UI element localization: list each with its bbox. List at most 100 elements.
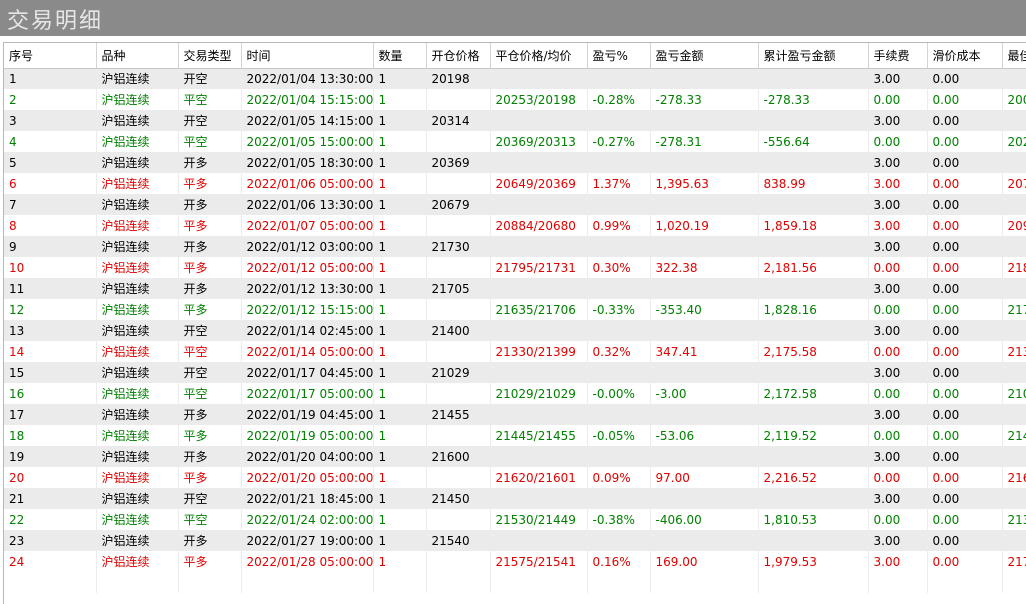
cell-cumulative-pnl xyxy=(758,362,869,383)
col-header-fee[interactable]: 手续费 xyxy=(868,43,928,69)
empty-cell xyxy=(373,572,427,593)
cell-seq: 8 xyxy=(4,215,97,236)
table-row[interactable]: 13 沪铝连续 开空 2022/01/14 02:45:00 1 21400 3.00 0.0… xyxy=(4,320,1026,341)
col-header-slippage[interactable]: 滑价成本 xyxy=(927,43,1003,69)
cell-seq: 24 xyxy=(4,551,97,572)
cell-open-price: 20679 xyxy=(426,194,491,215)
cell-open-price xyxy=(426,425,491,446)
table-row[interactable]: 10 沪铝连续 平多 2022/01/12 05:00:00 1 21795/21731 0… xyxy=(4,257,1026,278)
table-row[interactable]: 7 沪铝连续 开多 2022/01/06 13:30:00 1 20679 3.00 0.00 xyxy=(4,194,1026,215)
table-row[interactable]: 8 沪铝连续 平多 2022/01/07 05:00:00 1 20884/20680 0.… xyxy=(4,215,1026,236)
table-row[interactable]: 18 沪铝连续 平多 2022/01/19 05:00:00 1 21445/21455-… xyxy=(4,425,1026,446)
cell-open-price: 21705 xyxy=(426,278,491,299)
cell-pnl-percent: 0.09% xyxy=(587,467,651,488)
cell-slippage: 0.00 xyxy=(927,194,1003,215)
table-row[interactable]: 12 沪铝连续 平多 2022/01/12 15:15:00 1 21635/21706-… xyxy=(4,299,1026,320)
cell-time: 2022/01/06 05:00:00 xyxy=(241,173,374,194)
cell-best: 218 xyxy=(1002,257,1026,278)
cell-close-price: 20649/20369 xyxy=(490,173,588,194)
cell-quantity: 1 xyxy=(373,173,427,194)
cell-time: 2022/01/17 05:00:00 xyxy=(241,383,374,404)
cell-pnl-amount xyxy=(650,488,759,509)
cell-slippage: 0.00 xyxy=(927,488,1003,509)
cell-fee: 3.00 xyxy=(868,68,928,89)
cell-seq: 10 xyxy=(4,257,97,278)
cell-symbol: 沪铝连续 xyxy=(96,341,179,362)
cell-seq: 1 xyxy=(4,68,97,89)
cell-fee: 0.00 xyxy=(868,383,928,404)
cell-quantity: 1 xyxy=(373,89,427,110)
cell-fee: 0.00 xyxy=(868,509,928,530)
cell-quantity: 1 xyxy=(373,467,427,488)
cell-fee: 3.00 xyxy=(868,362,928,383)
col-header-seq[interactable]: 序号 xyxy=(4,43,97,69)
cell-slippage: 0.00 xyxy=(927,383,1003,404)
cell-quantity: 1 xyxy=(373,194,427,215)
table-row[interactable]: 3 沪铝连续 开空 2022/01/05 14:15:00 1 20314 3.00 0.00 xyxy=(4,110,1026,131)
cell-quantity: 1 xyxy=(373,236,427,257)
cell-symbol: 沪铝连续 xyxy=(96,89,179,110)
cell-best xyxy=(1002,362,1026,383)
table-row[interactable]: 19 沪铝连续 开多 2022/01/20 04:00:00 1 21600 3.00 0.0… xyxy=(4,446,1026,467)
col-header-time[interactable]: 时间 xyxy=(241,43,374,69)
cell-pnl-amount: 322.38 xyxy=(650,257,759,278)
table-row[interactable]: 22 沪铝连续 平空 2022/01/24 02:00:00 1 21530/21449-… xyxy=(4,509,1026,530)
cell-trade-type: 平多 xyxy=(178,215,242,236)
table-row[interactable]: 21 沪铝连续 开空 2022/01/21 18:45:00 1 21450 3.00 0.0… xyxy=(4,488,1026,509)
cell-slippage: 0.00 xyxy=(927,467,1003,488)
col-header-pnl-percent[interactable]: 盈亏% xyxy=(587,43,651,69)
cell-trade-type: 平多 xyxy=(178,173,242,194)
cell-cumulative-pnl xyxy=(758,152,869,173)
table-row[interactable]: 20 沪铝连续 平多 2022/01/20 05:00:00 1 21620/21601 0… xyxy=(4,467,1026,488)
cell-close-price: 21795/21731 xyxy=(490,257,588,278)
cell-slippage: 0.00 xyxy=(927,320,1003,341)
table-row[interactable]: 9 沪铝连续 开多 2022/01/12 03:00:00 1 21730 3.00 0.00 xyxy=(4,236,1026,257)
cell-fee: 3.00 xyxy=(868,215,928,236)
cell-fee: 0.00 xyxy=(868,467,928,488)
col-header-pnl-amount[interactable]: 盈亏金额 xyxy=(650,43,759,69)
cell-cumulative-pnl: 1,979.53 xyxy=(758,551,869,572)
table-row[interactable]: 16 沪铝连续 平空 2022/01/17 05:00:00 1 21029/21029-… xyxy=(4,383,1026,404)
table-row[interactable]: 15 沪铝连续 开空 2022/01/17 04:45:00 1 21029 3.00 0.0… xyxy=(4,362,1026,383)
cell-trade-type: 开空 xyxy=(178,320,242,341)
col-header-symbol[interactable]: 品种 xyxy=(96,43,179,69)
cell-pnl-amount xyxy=(650,320,759,341)
col-header-open-price[interactable]: 开仓价格 xyxy=(426,43,491,69)
cell-time: 2022/01/14 02:45:00 xyxy=(241,320,374,341)
cell-pnl-percent xyxy=(587,110,651,131)
cell-pnl-amount xyxy=(650,530,759,551)
cell-trade-type: 开空 xyxy=(178,110,242,131)
cell-fee: 0.00 xyxy=(868,89,928,110)
cell-close-price xyxy=(490,68,588,89)
col-header-cumulative-pnl[interactable]: 累计盈亏金额 xyxy=(758,43,869,69)
table-row[interactable]: 2 沪铝连续 平空 2022/01/04 15:15:00 1 20253/20198 -0… xyxy=(4,89,1026,110)
cell-pnl-percent xyxy=(587,278,651,299)
cell-fee: 3.00 xyxy=(868,152,928,173)
col-header-close-price[interactable]: 平仓价格/均价 xyxy=(490,43,588,69)
cell-pnl-percent xyxy=(587,236,651,257)
col-header-best[interactable]: 最佳 xyxy=(1002,43,1026,69)
cell-cumulative-pnl: 2,216.52 xyxy=(758,467,869,488)
table-row[interactable]: 23 沪铝连续 开多 2022/01/27 19:00:00 1 21540 3.00 0.0… xyxy=(4,530,1026,551)
cell-close-price xyxy=(490,194,588,215)
cell-open-price xyxy=(426,257,491,278)
cell-cumulative-pnl xyxy=(758,194,869,215)
cell-open-price: 21730 xyxy=(426,236,491,257)
table-row[interactable]: 17 沪铝连续 开多 2022/01/19 04:45:00 1 21455 3.00 0.0… xyxy=(4,404,1026,425)
cell-seq: 14 xyxy=(4,341,97,362)
cell-time: 2022/01/12 15:15:00 xyxy=(241,299,374,320)
cell-cumulative-pnl xyxy=(758,404,869,425)
cell-trade-type: 平多 xyxy=(178,467,242,488)
cell-seq: 23 xyxy=(4,530,97,551)
table-row[interactable]: 11 沪铝连续 开多 2022/01/12 13:30:00 1 21705 3.00 0.0… xyxy=(4,278,1026,299)
col-header-trade-type[interactable]: 交易类型 xyxy=(178,43,242,69)
table-row[interactable]: 24 沪铝连续 平多 2022/01/28 05:00:00 1 21575/21541 0… xyxy=(4,551,1026,572)
table-row[interactable]: 5 沪铝连续 开多 2022/01/05 18:30:00 1 20369 3.00 0.00 xyxy=(4,152,1026,173)
table-row[interactable]: 14 沪铝连续 平空 2022/01/14 05:00:00 1 21330/21399 0… xyxy=(4,341,1026,362)
table-row[interactable]: 4 沪铝连续 平空 2022/01/05 15:00:00 1 20369/20313 -0… xyxy=(4,131,1026,152)
col-header-quantity[interactable]: 数量 xyxy=(373,43,427,69)
trade-detail-grid[interactable]: 序号 品种 交易类型 时间 数量 开仓价格 平仓价格/均价 盈亏% 盈亏金额 累… xyxy=(3,42,1026,604)
table-row[interactable]: 1 沪铝连续 开空 2022/01/04 13:30:00 1 20198 3.00 0.00 xyxy=(4,68,1026,89)
cell-slippage: 0.00 xyxy=(927,173,1003,194)
table-row[interactable]: 6 沪铝连续 平多 2022/01/06 05:00:00 1 20649/20369 1.… xyxy=(4,173,1026,194)
